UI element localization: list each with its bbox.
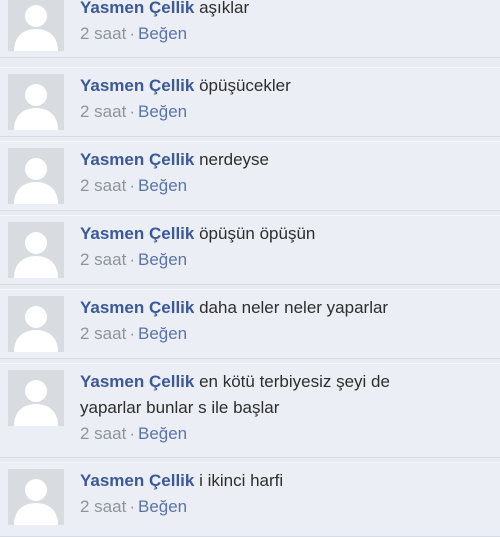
meta-separator: · [129, 324, 135, 343]
comment-timestamp[interactable]: 2 saat [80, 497, 126, 516]
comment-meta: 2 saat · Beğen [80, 99, 492, 125]
default-profile-silhouette-icon [8, 222, 64, 278]
like-link[interactable]: Beğen [138, 424, 187, 443]
comment-text: öpüşücekler [199, 76, 291, 95]
comment-timestamp[interactable]: 2 saat [80, 102, 126, 121]
comment-meta: 2 saat · Beğen [80, 173, 492, 199]
comment-body: Yasmen Çellik öpüşücekler 2 saat · Beğen [80, 73, 492, 125]
comment-line: Yasmen Çellik öpüşücekler [80, 73, 492, 99]
comment-line: Yasmen Çellik daha neler neler yaparlar [80, 295, 492, 321]
comment-text: daha neler neler yaparlar [199, 298, 389, 317]
comment-meta: 2 saat · Beğen [80, 494, 492, 520]
default-profile-silhouette-icon [8, 74, 64, 130]
comment-item: Yasmen Çellik i ikinci harfi 2 saat · Beğen [0, 462, 500, 537]
comment-meta: 2 saat · Beğen [80, 421, 492, 447]
comment-feed: Yasmen Çellik aşıklar 2 saat · Beğen Yasmen … [0, 0, 500, 537]
comment-line: Yasmen Çellik nerdeyse [80, 147, 492, 173]
comment-text: i ikinci harfi [199, 471, 284, 490]
comment-timestamp[interactable]: 2 saat [80, 424, 126, 443]
like-link[interactable]: Beğen [138, 324, 187, 343]
comment-meta: 2 saat · Beğen [80, 321, 492, 347]
comment-text: en kötü terbiyesiz şeyi de [199, 372, 390, 391]
comment-line: Yasmen Çellik en kötü terbiyesiz şeyi de [80, 369, 492, 395]
default-profile-silhouette-icon [8, 148, 64, 204]
comment-text: yaparlar bunlar s ile başlar [80, 398, 280, 417]
avatar[interactable] [8, 370, 64, 426]
meta-separator: · [129, 24, 135, 43]
avatar[interactable] [8, 469, 64, 525]
comment-meta: 2 saat · Beğen [80, 247, 492, 273]
comment-body: Yasmen Çellik en kötü terbiyesiz şeyi de… [80, 369, 492, 447]
comment-text: nerdeyse [199, 150, 270, 169]
comment-author-link[interactable]: Yasmen Çellik [80, 150, 194, 169]
avatar[interactable] [8, 222, 64, 278]
like-link[interactable]: Beğen [138, 24, 187, 43]
like-link[interactable]: Beğen [138, 176, 187, 195]
comment-item: Yasmen Çellik nerdeyse 2 saat · Beğen [0, 141, 500, 211]
comment-line: yaparlar bunlar s ile başlar [80, 395, 492, 421]
comment-body: Yasmen Çellik nerdeyse 2 saat · Beğen [80, 147, 492, 199]
comment-author-link[interactable]: Yasmen Çellik [80, 298, 194, 317]
comment-meta: 2 saat · Beğen [80, 21, 492, 47]
comment-item: Yasmen Çellik öpüşücekler 2 saat · Beğen [0, 67, 500, 137]
comment-body: Yasmen Çellik öpüşün öpüşün 2 saat · Beğen [80, 221, 492, 273]
meta-separator: · [129, 176, 135, 195]
comment-author-link[interactable]: Yasmen Çellik [80, 224, 194, 243]
comment-author-link[interactable]: Yasmen Çellik [80, 76, 194, 95]
comment-author-link[interactable]: Yasmen Çellik [80, 372, 194, 391]
comment-item: Yasmen Çellik daha neler neler yaparlar 2… [0, 289, 500, 359]
default-profile-silhouette-icon [8, 370, 64, 426]
meta-separator: · [129, 102, 135, 121]
comment-body: Yasmen Çellik daha neler neler yaparlar 2… [80, 295, 492, 347]
comment-timestamp[interactable]: 2 saat [80, 250, 126, 269]
comment-item: Yasmen Çellik aşıklar 2 saat · Beğen [0, 0, 500, 58]
comment-line: Yasmen Çellik i ikinci harfi [80, 468, 492, 494]
like-link[interactable]: Beğen [138, 250, 187, 269]
default-profile-silhouette-icon [8, 0, 64, 51]
comment-timestamp[interactable]: 2 saat [80, 176, 126, 195]
avatar[interactable] [8, 296, 64, 352]
like-link[interactable]: Beğen [138, 102, 187, 121]
meta-separator: · [129, 250, 135, 269]
avatar[interactable] [8, 148, 64, 204]
avatar[interactable] [8, 74, 64, 130]
comment-line: Yasmen Çellik aşıklar [80, 0, 492, 21]
like-link[interactable]: Beğen [138, 497, 187, 516]
comment-timestamp[interactable]: 2 saat [80, 324, 126, 343]
comment-author-link[interactable]: Yasmen Çellik [80, 471, 194, 490]
avatar[interactable] [8, 0, 64, 51]
comment-body: Yasmen Çellik i ikinci harfi 2 saat · Beğen [80, 468, 492, 520]
default-profile-silhouette-icon [8, 296, 64, 352]
comment-text: aşıklar [199, 0, 250, 17]
comment-timestamp[interactable]: 2 saat [80, 24, 126, 43]
comment-body: Yasmen Çellik aşıklar 2 saat · Beğen [80, 0, 492, 47]
meta-separator: · [129, 424, 135, 443]
comment-item: Yasmen Çellik en kötü terbiyesiz şeyi de… [0, 363, 500, 458]
meta-separator: · [129, 497, 135, 516]
default-profile-silhouette-icon [8, 469, 64, 525]
comment-item: Yasmen Çellik öpüşün öpüşün 2 saat · Beğen [0, 215, 500, 285]
comment-line: Yasmen Çellik öpüşün öpüşün [80, 221, 492, 247]
comment-author-link[interactable]: Yasmen Çellik [80, 0, 194, 17]
comment-text: öpüşün öpüşün [199, 224, 316, 243]
